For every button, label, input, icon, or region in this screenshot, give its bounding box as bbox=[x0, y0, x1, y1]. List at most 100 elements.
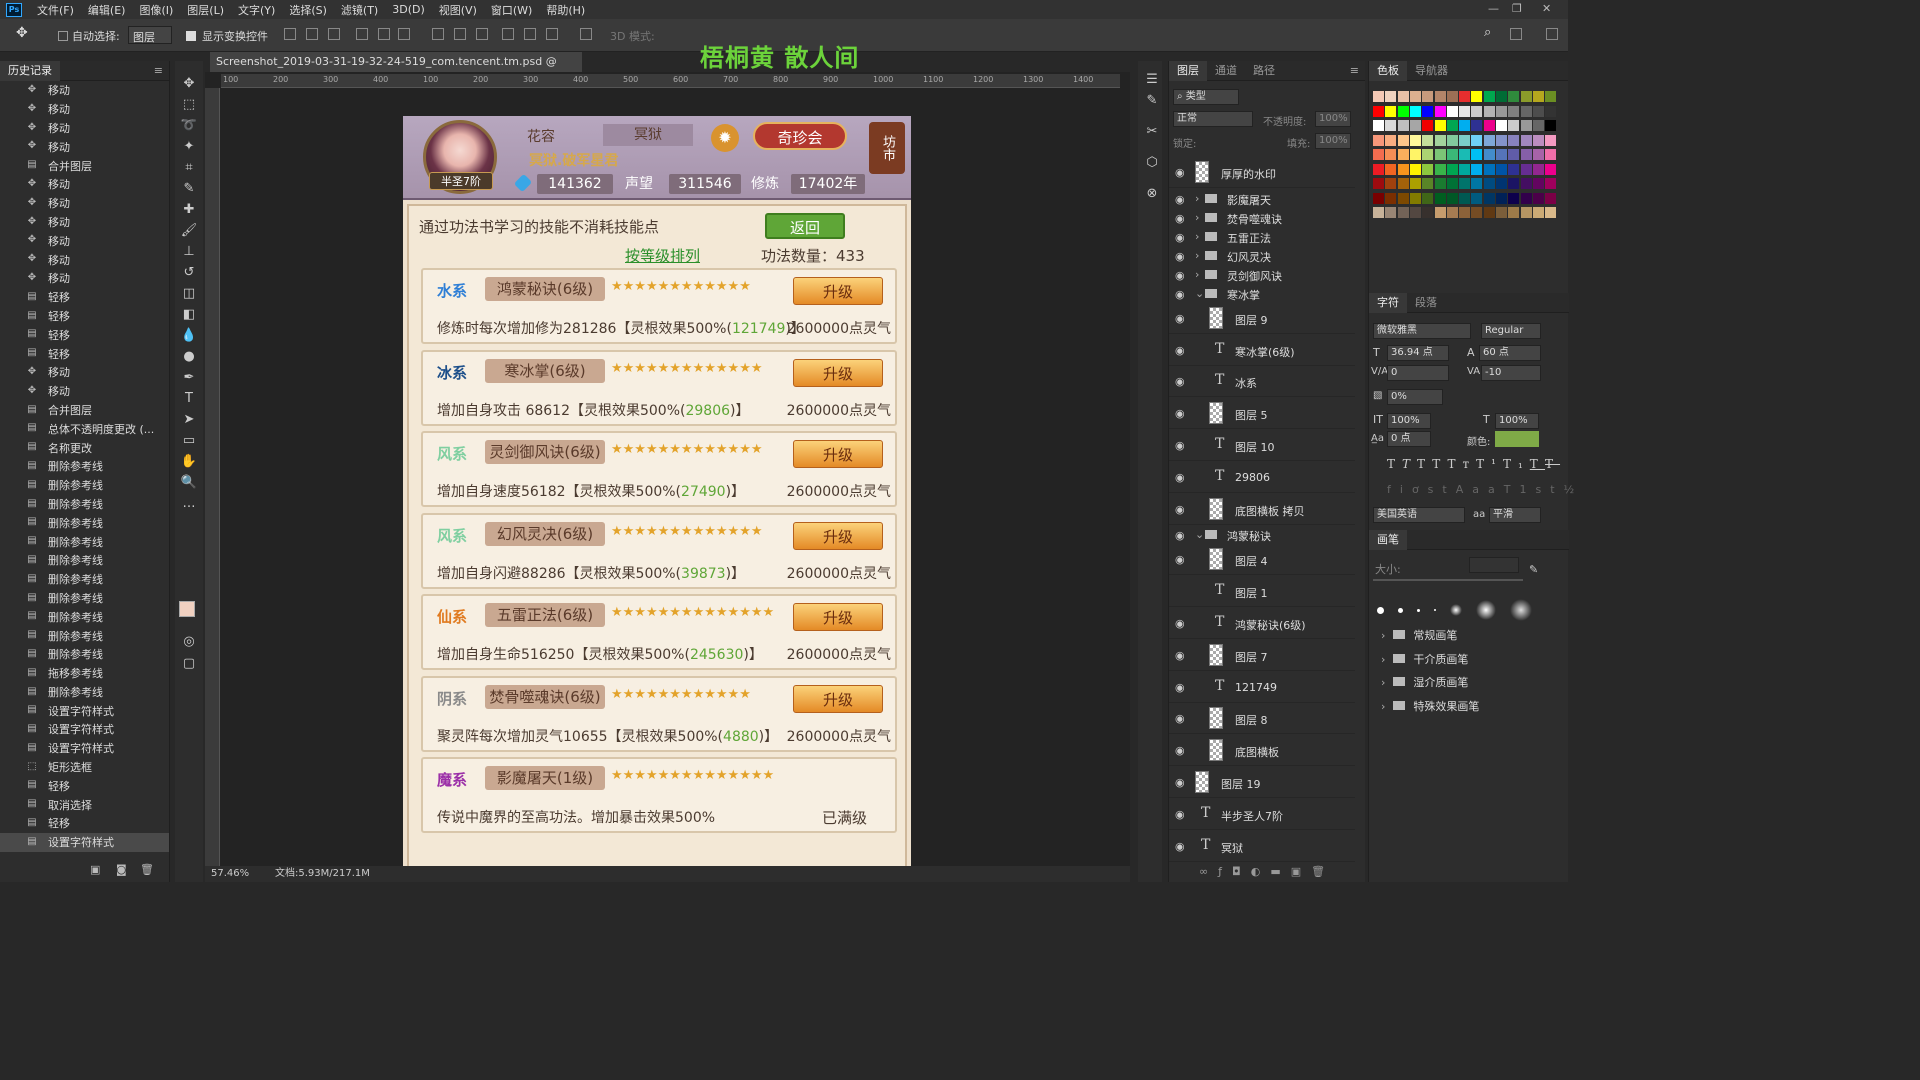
text-layer-row[interactable]: ◉ T 29806 bbox=[1169, 462, 1355, 493]
visibility-eye-icon[interactable]: ◉ bbox=[1175, 649, 1185, 662]
color-swatch[interactable] bbox=[1397, 91, 1409, 102]
color-swatch[interactable] bbox=[1520, 207, 1532, 218]
color-swatch[interactable] bbox=[1545, 192, 1557, 204]
color-swatch[interactable] bbox=[1434, 207, 1446, 218]
fill-field[interactable]: 100% bbox=[1315, 133, 1351, 149]
align-vcenter-icon[interactable] bbox=[306, 28, 318, 40]
delete-layer-icon[interactable]: 🗑 bbox=[1311, 865, 1335, 878]
snapshot-icon[interactable]: ◙ bbox=[116, 863, 127, 876]
color-swatch[interactable] bbox=[1422, 178, 1434, 189]
color-swatch[interactable] bbox=[1397, 134, 1409, 146]
auto-select-dropdown[interactable]: 图层 bbox=[128, 26, 172, 44]
color-swatch[interactable] bbox=[1397, 120, 1409, 131]
color-swatch[interactable] bbox=[1508, 163, 1520, 175]
layer-row[interactable]: ◉ 图层 9 bbox=[1169, 303, 1355, 334]
color-swatch[interactable] bbox=[1397, 105, 1409, 117]
color-swatch[interactable] bbox=[1483, 207, 1495, 218]
menu-image[interactable]: 图像(I) bbox=[132, 2, 180, 18]
alt-ligature-icon[interactable]: ơ bbox=[1412, 483, 1428, 496]
color-swatch[interactable] bbox=[1397, 163, 1409, 175]
color-swatch[interactable] bbox=[1471, 91, 1483, 102]
history-item[interactable]: ✥ 移动 bbox=[0, 100, 169, 119]
quick-mask-icon[interactable]: ◎ bbox=[175, 631, 203, 652]
workspace-icon[interactable] bbox=[1510, 28, 1522, 40]
visibility-eye-icon[interactable]: ◉ bbox=[1175, 166, 1185, 179]
text-layer-row[interactable]: ◉ T 鸿蒙秘诀(6级) bbox=[1169, 608, 1355, 639]
brush-preset-soft-large-icon[interactable] bbox=[1476, 600, 1496, 620]
color-swatch[interactable] bbox=[1446, 105, 1458, 117]
history-item[interactable]: ▤ 删除参考线 bbox=[0, 626, 169, 645]
align-right-icon[interactable] bbox=[398, 28, 410, 40]
color-swatch[interactable] bbox=[1459, 192, 1471, 204]
color-swatch[interactable] bbox=[1483, 149, 1495, 160]
history-item[interactable]: ▤ 删除参考线 bbox=[0, 495, 169, 514]
color-swatch[interactable] bbox=[1483, 178, 1495, 189]
color-swatch[interactable] bbox=[1422, 120, 1434, 131]
antialias-dropdown[interactable]: 平滑 bbox=[1489, 507, 1541, 523]
visibility-eye-icon[interactable]: ◉ bbox=[1175, 681, 1185, 694]
brush-folder[interactable]: › 干介质画笔 bbox=[1381, 651, 1468, 667]
history-item[interactable]: ✥ 移动 bbox=[0, 81, 169, 100]
layer-group-row[interactable]: ◉ › 焚骨噬魂诀 bbox=[1169, 208, 1355, 227]
color-swatch[interactable] bbox=[1545, 120, 1557, 131]
mask-icon[interactable]: ◘ bbox=[1232, 865, 1251, 878]
trash-icon[interactable]: 🗑 bbox=[140, 863, 154, 876]
color-swatch[interactable] bbox=[1496, 163, 1507, 175]
auto-align-icon[interactable] bbox=[580, 28, 592, 40]
new-layer-icon[interactable]: ▣ bbox=[1291, 865, 1311, 878]
color-swatch[interactable] bbox=[1385, 91, 1397, 102]
visibility-eye-icon[interactable]: ◉ bbox=[1175, 503, 1185, 516]
history-item[interactable]: ✥ 移动 bbox=[0, 269, 169, 288]
history-item[interactable]: ▤ 删除参考线 bbox=[0, 476, 169, 495]
color-swatch[interactable] bbox=[1422, 192, 1434, 204]
chevron-right-icon[interactable]: › bbox=[1195, 249, 1199, 262]
brush-size-slider[interactable] bbox=[1373, 579, 1523, 581]
history-item[interactable]: ✥ 移动 bbox=[0, 213, 169, 232]
history-item[interactable]: ▤ 轻移 bbox=[0, 288, 169, 307]
horizontal-scale-field[interactable]: 100% bbox=[1495, 413, 1539, 429]
clone-stamp-tool-icon[interactable]: ⊥ bbox=[175, 241, 203, 262]
faux-italic-icon[interactable]: T bbox=[1402, 457, 1417, 471]
tab-brushes[interactable]: 画笔 bbox=[1369, 529, 1407, 550]
color-swatch[interactable] bbox=[1459, 91, 1471, 102]
color-swatch[interactable] bbox=[1532, 178, 1544, 189]
text-color-swatch[interactable] bbox=[1495, 431, 1539, 447]
gradient-tool-icon[interactable]: ◧ bbox=[175, 304, 203, 325]
kerning-field[interactable]: 0 bbox=[1387, 365, 1449, 381]
color-swatch[interactable] bbox=[1545, 163, 1557, 175]
text-layer-row[interactable]: ◉ T 冥狱 bbox=[1169, 831, 1355, 862]
visibility-eye-icon[interactable]: ◉ bbox=[1175, 344, 1185, 357]
chevron-right-icon[interactable]: › bbox=[1381, 700, 1385, 713]
color-swatch[interactable] bbox=[1373, 207, 1384, 218]
visibility-eye-icon[interactable]: ◉ bbox=[1175, 193, 1185, 206]
layer-row[interactable]: ◉ 图层 8 bbox=[1169, 703, 1355, 735]
color-swatch[interactable] bbox=[1496, 192, 1507, 204]
color-swatch[interactable] bbox=[1520, 178, 1532, 189]
chevron-right-icon[interactable]: › bbox=[1381, 629, 1385, 642]
color-swatch[interactable] bbox=[1545, 91, 1557, 102]
screen-mode-icon[interactable]: ▢ bbox=[175, 653, 203, 674]
history-item[interactable]: ✥ 移动 bbox=[0, 250, 169, 269]
back-button[interactable]: 返回 bbox=[765, 213, 845, 239]
zoom-level[interactable]: 57.46% bbox=[211, 866, 249, 882]
blend-mode-dropdown[interactable]: 正常 bbox=[1173, 111, 1253, 127]
history-item[interactable]: ⬚ 矩形选框 bbox=[0, 758, 169, 777]
history-item[interactable]: ▤ 删除参考线 bbox=[0, 570, 169, 589]
color-swatch[interactable] bbox=[1434, 178, 1446, 189]
color-swatch[interactable] bbox=[1496, 134, 1507, 146]
brush-folder[interactable]: › 特殊效果画笔 bbox=[1381, 698, 1479, 714]
restore-button[interactable]: ❐ bbox=[1512, 2, 1522, 15]
color-swatch[interactable] bbox=[1459, 105, 1471, 117]
tab-navigator[interactable]: 导航器 bbox=[1407, 61, 1456, 81]
history-item[interactable]: ▤ 取消选择 bbox=[0, 795, 169, 814]
history-item[interactable]: ▤ 设置字符样式 bbox=[0, 739, 169, 758]
adjustment-icon[interactable]: ◐ bbox=[1251, 865, 1271, 878]
strikethrough-icon[interactable]: T bbox=[1545, 457, 1560, 471]
tab-swatches[interactable]: 色板 bbox=[1369, 60, 1407, 81]
color-swatch[interactable] bbox=[1373, 149, 1384, 160]
color-swatch[interactable] bbox=[1409, 91, 1421, 102]
color-swatch[interactable] bbox=[1459, 178, 1471, 189]
visibility-eye-icon[interactable]: ◉ bbox=[1175, 312, 1185, 325]
color-swatch[interactable] bbox=[1459, 163, 1471, 175]
chevron-right-icon[interactable]: › bbox=[1381, 653, 1385, 666]
